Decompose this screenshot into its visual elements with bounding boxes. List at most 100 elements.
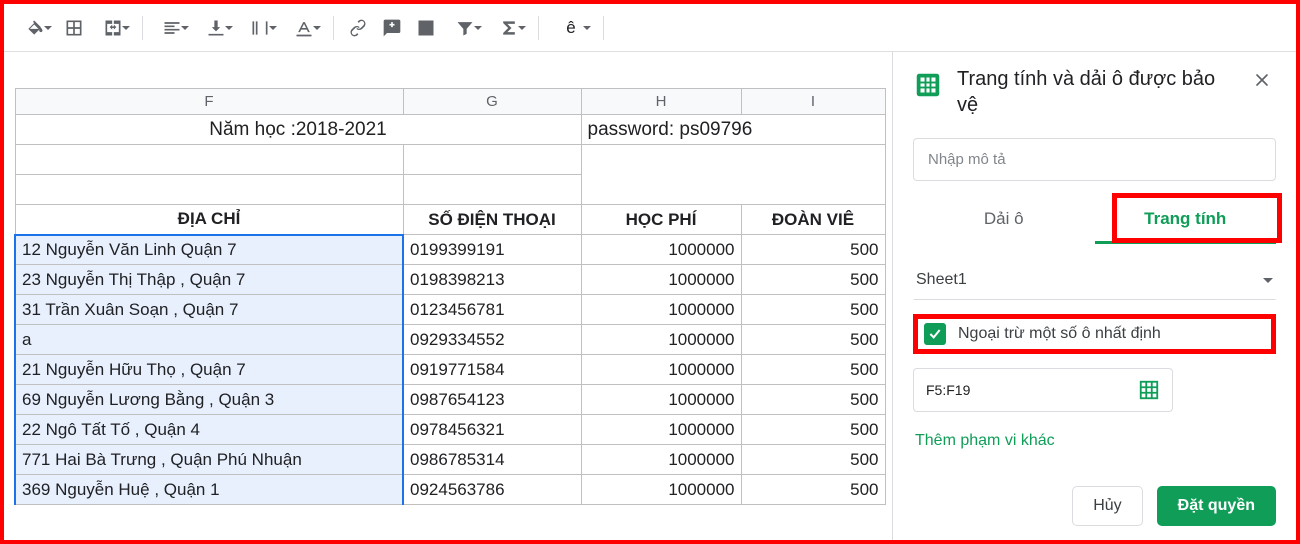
insert-chart-button[interactable] bbox=[410, 12, 442, 44]
cell-fee[interactable]: 1000000 bbox=[581, 475, 741, 505]
header-phone[interactable]: SỐ ĐIỆN THOẠI bbox=[403, 205, 581, 235]
main-area: F G H I Năm học :2018-2021 password: ps0… bbox=[4, 52, 1296, 540]
vertical-align-button[interactable] bbox=[195, 12, 237, 44]
merge-icon bbox=[103, 18, 123, 38]
cell[interactable] bbox=[15, 175, 403, 205]
borders-icon bbox=[64, 18, 84, 38]
input-tools-button[interactable]: ê bbox=[547, 12, 595, 44]
cancel-button[interactable]: Hủy bbox=[1072, 486, 1142, 526]
cell-member[interactable]: 500 bbox=[741, 445, 885, 475]
col-header-H[interactable]: H bbox=[581, 89, 741, 115]
cell-phone[interactable]: 0198398213 bbox=[403, 265, 581, 295]
sigma-icon bbox=[499, 18, 519, 38]
toolbar-separator bbox=[142, 16, 143, 40]
cell-fee[interactable]: 1000000 bbox=[581, 355, 741, 385]
col-header-I[interactable]: I bbox=[741, 89, 885, 115]
cell-address[interactable]: 369 Nguyễn Huệ , Quận 1 bbox=[15, 475, 403, 505]
protect-sidebar: Trang tính và dải ô được bảo vệ Nhập mô … bbox=[892, 52, 1296, 540]
cell-phone[interactable]: 0929334552 bbox=[403, 325, 581, 355]
cell[interactable] bbox=[403, 145, 581, 175]
cell-fee[interactable]: 1000000 bbox=[581, 385, 741, 415]
chevron-down-icon bbox=[1263, 278, 1273, 283]
col-header-F[interactable]: F bbox=[15, 89, 403, 115]
cell-phone[interactable]: 0199399191 bbox=[403, 235, 581, 265]
range-input[interactable]: F5:F19 bbox=[913, 368, 1173, 412]
cell-phone[interactable]: 0123456781 bbox=[403, 295, 581, 325]
insert-link-button[interactable] bbox=[342, 12, 374, 44]
cell-fee[interactable]: 1000000 bbox=[581, 415, 741, 445]
text-rotate-icon bbox=[294, 18, 314, 38]
cell-phone[interactable]: 0924563786 bbox=[403, 475, 581, 505]
cell-phone[interactable]: 0919771584 bbox=[403, 355, 581, 385]
cell-member[interactable]: 500 bbox=[741, 295, 885, 325]
select-range-icon[interactable] bbox=[1138, 379, 1160, 401]
column-header-row: F G H I bbox=[15, 89, 885, 115]
cell[interactable] bbox=[403, 175, 581, 205]
text-wrap-button[interactable] bbox=[239, 12, 281, 44]
functions-button[interactable] bbox=[488, 12, 530, 44]
merge-cells-button[interactable] bbox=[92, 12, 134, 44]
filter-button[interactable] bbox=[444, 12, 486, 44]
cell-password[interactable]: password: ps09796 bbox=[581, 115, 885, 145]
add-range-button[interactable]: Thêm phạm vi khác bbox=[913, 426, 1276, 456]
table-row: 12 Nguyễn Văn Linh Quận 7 0199399191 100… bbox=[15, 235, 885, 265]
cell-fee[interactable]: 1000000 bbox=[581, 325, 741, 355]
cell-member[interactable]: 500 bbox=[741, 415, 885, 445]
cell-address[interactable]: 12 Nguyễn Văn Linh Quận 7 bbox=[15, 235, 403, 265]
toolbar-separator bbox=[538, 16, 539, 40]
cell-fee[interactable]: 1000000 bbox=[581, 445, 741, 475]
cell-member[interactable]: 500 bbox=[741, 355, 885, 385]
cell-address[interactable]: a bbox=[15, 325, 403, 355]
except-cells-row: Ngoại trừ một số ô nhất định bbox=[913, 314, 1276, 354]
row-empty bbox=[15, 145, 885, 175]
range-value: F5:F19 bbox=[926, 382, 970, 398]
sheets-icon bbox=[913, 70, 943, 100]
cell-address[interactable]: 21 Nguyễn Hữu Thọ , Quận 7 bbox=[15, 355, 403, 385]
sheet-select-value: Sheet1 bbox=[916, 271, 967, 289]
table-row: a 0929334552 1000000 500 bbox=[15, 325, 885, 355]
header-address[interactable]: ĐỊA CHỈ bbox=[15, 205, 403, 235]
tab-range[interactable]: Dải ô bbox=[913, 199, 1095, 244]
table-row: 369 Nguyễn Huệ , Quận 1 0924563786 10000… bbox=[15, 475, 885, 505]
table-row: 21 Nguyễn Hữu Thọ , Quận 7 0919771584 10… bbox=[15, 355, 885, 385]
close-sidebar-button[interactable] bbox=[1248, 66, 1276, 94]
cell-member[interactable]: 500 bbox=[741, 235, 885, 265]
borders-button[interactable] bbox=[58, 12, 90, 44]
tab-sheet[interactable]: Trang tính bbox=[1095, 199, 1277, 244]
cell-phone[interactable]: 0978456321 bbox=[403, 415, 581, 445]
cell-phone[interactable]: 0986785314 bbox=[403, 445, 581, 475]
header-fee[interactable]: HỌC PHÍ bbox=[581, 205, 741, 235]
cell-phone[interactable]: 0987654123 bbox=[403, 385, 581, 415]
cell-member[interactable]: 500 bbox=[741, 385, 885, 415]
cell-member[interactable]: 500 bbox=[741, 475, 885, 505]
cell-fee[interactable]: 1000000 bbox=[581, 265, 741, 295]
fill-color-button[interactable] bbox=[14, 12, 56, 44]
close-icon bbox=[1252, 70, 1272, 90]
cell[interactable] bbox=[15, 145, 403, 175]
chart-icon bbox=[416, 18, 436, 38]
cell-year[interactable]: Năm học :2018-2021 bbox=[15, 115, 581, 145]
except-checkbox[interactable] bbox=[924, 323, 946, 345]
align-left-icon bbox=[162, 18, 182, 38]
cell-address[interactable]: 771 Hai Bà Trưng , Quận Phú Nhuận bbox=[15, 445, 403, 475]
cell-address[interactable]: 22 Ngô Tất Tố , Quận 4 bbox=[15, 415, 403, 445]
cell-member[interactable]: 500 bbox=[741, 325, 885, 355]
cell-address[interactable]: 69 Nguyễn Lương Bằng , Quận 3 bbox=[15, 385, 403, 415]
text-rotation-button[interactable] bbox=[283, 12, 325, 44]
horizontal-align-button[interactable] bbox=[151, 12, 193, 44]
cell-address[interactable]: 23 Nguyễn Thị Thập , Quận 7 bbox=[15, 265, 403, 295]
description-input[interactable]: Nhập mô tả bbox=[913, 138, 1276, 181]
paint-bucket-icon bbox=[25, 18, 45, 38]
spreadsheet[interactable]: F G H I Năm học :2018-2021 password: ps0… bbox=[4, 52, 892, 540]
cell-merged-empty[interactable] bbox=[581, 145, 885, 205]
cell-fee[interactable]: 1000000 bbox=[581, 235, 741, 265]
header-member[interactable]: ĐOÀN VIÊ bbox=[741, 205, 885, 235]
set-permissions-button[interactable]: Đặt quyền bbox=[1157, 486, 1276, 526]
sheet-select[interactable]: Sheet1 bbox=[913, 262, 1276, 300]
col-header-G[interactable]: G bbox=[403, 89, 581, 115]
cell-member[interactable]: 500 bbox=[741, 265, 885, 295]
cell-address[interactable]: 31 Trần Xuân Soạn , Quận 7 bbox=[15, 295, 403, 325]
insert-comment-button[interactable] bbox=[376, 12, 408, 44]
table-row: 771 Hai Bà Trưng , Quận Phú Nhuận 098678… bbox=[15, 445, 885, 475]
cell-fee[interactable]: 1000000 bbox=[581, 295, 741, 325]
